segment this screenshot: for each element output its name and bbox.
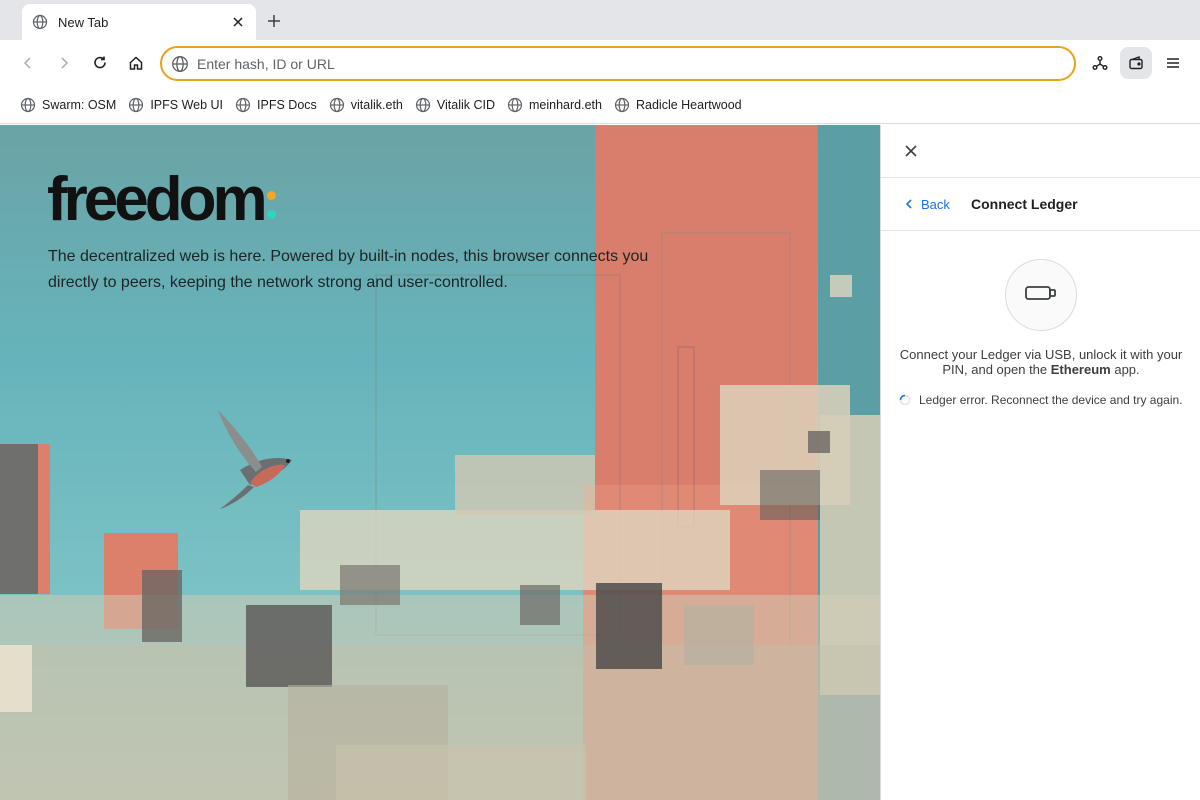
ledger-device-badge bbox=[1005, 259, 1077, 331]
bookmark-radicle-heartwood[interactable]: Radicle Heartwood bbox=[610, 91, 746, 119]
instruction-text-end: app. bbox=[1110, 362, 1140, 377]
instruction-app-name: Ethereum bbox=[1050, 362, 1111, 377]
globe-icon bbox=[614, 97, 630, 113]
globe-icon bbox=[415, 97, 431, 113]
reload-button[interactable] bbox=[84, 47, 116, 79]
new-tab-page: freedom The decentralized web is here. P… bbox=[0, 125, 880, 800]
bookmark-ipfs-web-ui[interactable]: IPFS Web UI bbox=[124, 91, 227, 119]
bookmark-label: Vitalik CID bbox=[436, 97, 496, 112]
forward-button[interactable] bbox=[48, 47, 80, 79]
bookmark-meinhard-eth[interactable]: meinhard.eth bbox=[503, 91, 606, 119]
globe-icon bbox=[507, 97, 523, 113]
globe-icon bbox=[20, 97, 36, 113]
new-tab-button[interactable] bbox=[262, 9, 286, 33]
bookmark-label: vitalik.eth bbox=[350, 97, 403, 112]
chevron-left-icon bbox=[905, 199, 913, 209]
bookmark-label: meinhard.eth bbox=[529, 97, 602, 112]
bookmark-label: Radicle Heartwood bbox=[635, 97, 742, 112]
logo-dot-orange bbox=[266, 191, 276, 200]
tab-new-tab[interactable]: New Tab bbox=[22, 4, 256, 40]
bookmark-vitalik-cid[interactable]: Vitalik CID bbox=[411, 91, 499, 119]
wallet-button[interactable] bbox=[1120, 47, 1152, 79]
ledger-instructions: Connect your Ledger via USB, unlock it w… bbox=[891, 347, 1191, 377]
close-tab-icon[interactable] bbox=[230, 14, 246, 30]
logo-colon bbox=[266, 181, 276, 219]
bookmark-label: IPFS Docs bbox=[257, 97, 317, 112]
omnibox-input[interactable] bbox=[197, 55, 1074, 72]
menu-button[interactable] bbox=[1157, 47, 1189, 79]
bookmark-ipfs-docs[interactable]: IPFS Docs bbox=[231, 91, 321, 119]
freedom-logo: freedom bbox=[47, 165, 276, 235]
network-nodes-button[interactable] bbox=[1084, 47, 1116, 79]
bookmark-swarm-osm[interactable]: Swarm: OSM bbox=[16, 91, 120, 119]
ledger-device-icon bbox=[1024, 284, 1058, 307]
divider bbox=[881, 177, 1200, 178]
back-link[interactable]: Back bbox=[905, 195, 950, 213]
globe-icon bbox=[329, 97, 345, 113]
logo-text: freedom bbox=[47, 165, 268, 234]
wallet-side-panel: Back Connect Ledger Connect your Ledger … bbox=[880, 125, 1200, 800]
bookmark-label: Swarm: OSM bbox=[42, 97, 117, 112]
globe-icon bbox=[32, 14, 48, 30]
globe-icon bbox=[235, 97, 251, 113]
globe-icon bbox=[171, 55, 189, 73]
instruction-text: Connect your Ledger via USB, unlock it w… bbox=[899, 347, 1183, 377]
back-label: Back bbox=[921, 196, 950, 212]
divider bbox=[881, 230, 1200, 231]
address-bar[interactable] bbox=[160, 46, 1076, 81]
panel-title: Connect Ledger bbox=[971, 196, 1078, 212]
bookmark-label: IPFS Web UI bbox=[150, 97, 224, 112]
toolbar bbox=[0, 40, 1200, 86]
tab-strip: New Tab bbox=[0, 0, 1200, 40]
status-text: Ledger error. Reconnect the device and t… bbox=[919, 393, 1183, 407]
ledger-status: Ledger error. Reconnect the device and t… bbox=[899, 393, 1183, 407]
tab-title: New Tab bbox=[58, 14, 109, 30]
spinner-icon bbox=[899, 394, 911, 406]
logo-dot-teal bbox=[266, 210, 276, 219]
home-button[interactable] bbox=[120, 47, 152, 79]
close-panel-icon[interactable] bbox=[901, 141, 921, 161]
globe-icon bbox=[128, 97, 144, 113]
bookmarks-bar: Swarm: OSM IPFS Web UI IPFS Docs vitalik… bbox=[0, 86, 1200, 124]
bookmark-vitalik-eth[interactable]: vitalik.eth bbox=[325, 91, 407, 119]
tagline: The decentralized web is here. Powered b… bbox=[48, 248, 649, 291]
back-button[interactable] bbox=[12, 47, 44, 79]
